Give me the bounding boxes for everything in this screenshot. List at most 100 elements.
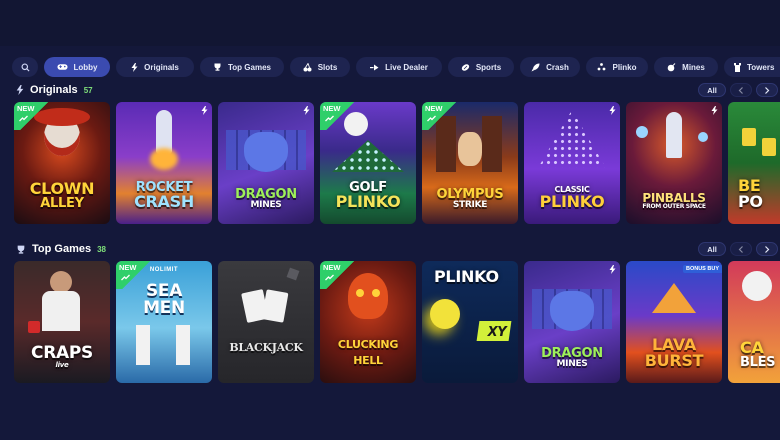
section-title: Top Games [32,243,92,255]
new-badge: NEW [320,102,354,130]
game-card[interactable]: BONUS BUY LAVA BURST [626,261,722,383]
trend-up-icon [325,115,334,122]
top-games-header: Top Games 38 [16,241,106,257]
originals-controls: All [698,83,778,97]
section-title: Originals [30,84,78,96]
top-games-row: CRAPS live NOLIMIT NEW SEA MEN BLACKJACK N… [14,261,780,383]
originals-bolt-icon [201,106,208,115]
trend-up-icon [121,274,130,281]
game-title: PINBALLS FROM OUTER SPACE [642,191,706,210]
game-card[interactable]: DRAGON MINES [524,261,620,383]
chevron-right-icon [765,86,770,94]
chevron-right-icon [765,245,770,253]
game-card[interactable]: NOLIMIT NEW SEA MEN [116,261,212,383]
tab-mines[interactable]: Mines [654,57,718,77]
gamepad-icon [56,64,68,70]
tab-crash[interactable]: Crash [520,57,580,77]
cherries-icon [303,62,312,71]
tab-live-dealer[interactable]: Live Dealer [356,57,442,77]
category-nav: Lobby Originals Top Games Slots Live Dea… [12,57,780,77]
tab-label: Lobby [73,62,98,72]
game-card[interactable]: CLASSIC PLINKO [524,102,620,224]
tab-plinko[interactable]: Plinko [586,57,648,77]
originals-bolt-icon [609,265,616,274]
section-count: 57 [83,85,93,95]
new-badge: NEW [320,261,354,289]
view-all-button[interactable]: All [698,83,726,97]
game-card[interactable]: BLACKJACK [218,261,314,383]
top-bar [0,0,780,46]
originals-bolt-icon [303,106,310,115]
game-title: CA BLES [740,338,776,370]
tab-label: Live Dealer [385,62,428,72]
tab-label: Crash [546,62,569,72]
new-badge: NEW [422,102,456,130]
game-subtitle: XY [487,325,507,340]
game-title: ROCKET CRASH [134,180,194,211]
game-title: CLASSIC PLINKO [539,185,605,211]
game-title: BE PO [738,176,763,211]
trend-up-icon [427,115,436,122]
search-icon [20,62,30,72]
bolt-icon [16,85,24,95]
game-title: BLACKJACK [229,341,303,354]
game-title: SEA MEN [143,281,185,318]
top-games-controls: All [698,242,778,256]
tower-icon [734,62,741,72]
ball-icon [461,63,469,71]
scroll-left-button[interactable] [730,83,752,97]
chevron-left-icon [738,86,743,94]
tab-towers[interactable]: Towers [724,57,780,77]
trophy-icon [17,245,25,254]
game-title: GOLF PLINKO [335,180,401,211]
game-title: OLYMPUS STRIKE [436,187,504,210]
trend-up-icon [19,115,28,122]
tab-lobby[interactable]: Lobby [44,57,110,77]
game-title: PLINKO [434,267,499,286]
scroll-right-button[interactable] [756,83,778,97]
game-card[interactable]: BE PO [728,102,780,224]
search-button[interactable] [12,57,38,77]
game-card[interactable]: PLINKO XY [422,261,518,383]
bolt-icon [131,62,138,72]
trend-up-icon [325,274,334,281]
game-card[interactable]: NEW CLUCKING HELL [320,261,416,383]
tab-label: Towers [747,62,775,72]
tab-top-games[interactable]: Top Games [200,57,284,77]
game-title: LAVA BURST [644,335,704,370]
originals-bolt-icon [711,106,718,115]
game-card[interactable]: CRAPS live [14,261,110,383]
game-card[interactable]: NEW CLOWN ALLEY [14,102,110,224]
tab-slots[interactable]: Slots [290,57,350,77]
game-card[interactable]: ROCKET CRASH [116,102,212,224]
scroll-right-button[interactable] [756,242,778,256]
bonus-buy-badge: BONUS BUY [682,265,722,273]
tab-label: Originals [144,62,179,72]
tab-label: Sports [475,62,502,72]
game-card[interactable]: NEW GOLF PLINKO [320,102,416,224]
rocket-icon [531,63,540,71]
game-card[interactable]: CA BLES [728,261,780,383]
view-all-button[interactable]: All [698,242,726,256]
originals-bolt-icon [609,106,616,115]
scroll-left-button[interactable] [730,242,752,256]
new-badge: NEW [14,102,48,130]
game-card[interactable]: PINBALLS FROM OUTER SPACE [626,102,722,224]
game-title: DRAGON MINES [541,346,603,369]
game-card[interactable]: NEW OLYMPUS STRIKE [422,102,518,224]
tab-label: Slots [317,62,338,72]
section-count: 38 [97,244,106,254]
game-title: CRAPS live [31,343,93,369]
dots-icon [598,63,606,71]
originals-row: NEW CLOWN ALLEY ROCKET CRASH DRAGON MINES N… [14,102,780,224]
game-title: CLOWN ALLEY [29,179,95,211]
tab-sports[interactable]: Sports [448,57,514,77]
game-title: DRAGON MINES [235,187,297,210]
tab-originals[interactable]: Originals [116,57,194,77]
game-title: CLUCKING HELL [337,338,399,367]
tab-label: Mines [682,62,705,72]
originals-header: Originals 57 [16,82,93,98]
chip-icon [370,64,379,70]
tab-label: Plinko [612,62,637,72]
game-card[interactable]: DRAGON MINES [218,102,314,224]
